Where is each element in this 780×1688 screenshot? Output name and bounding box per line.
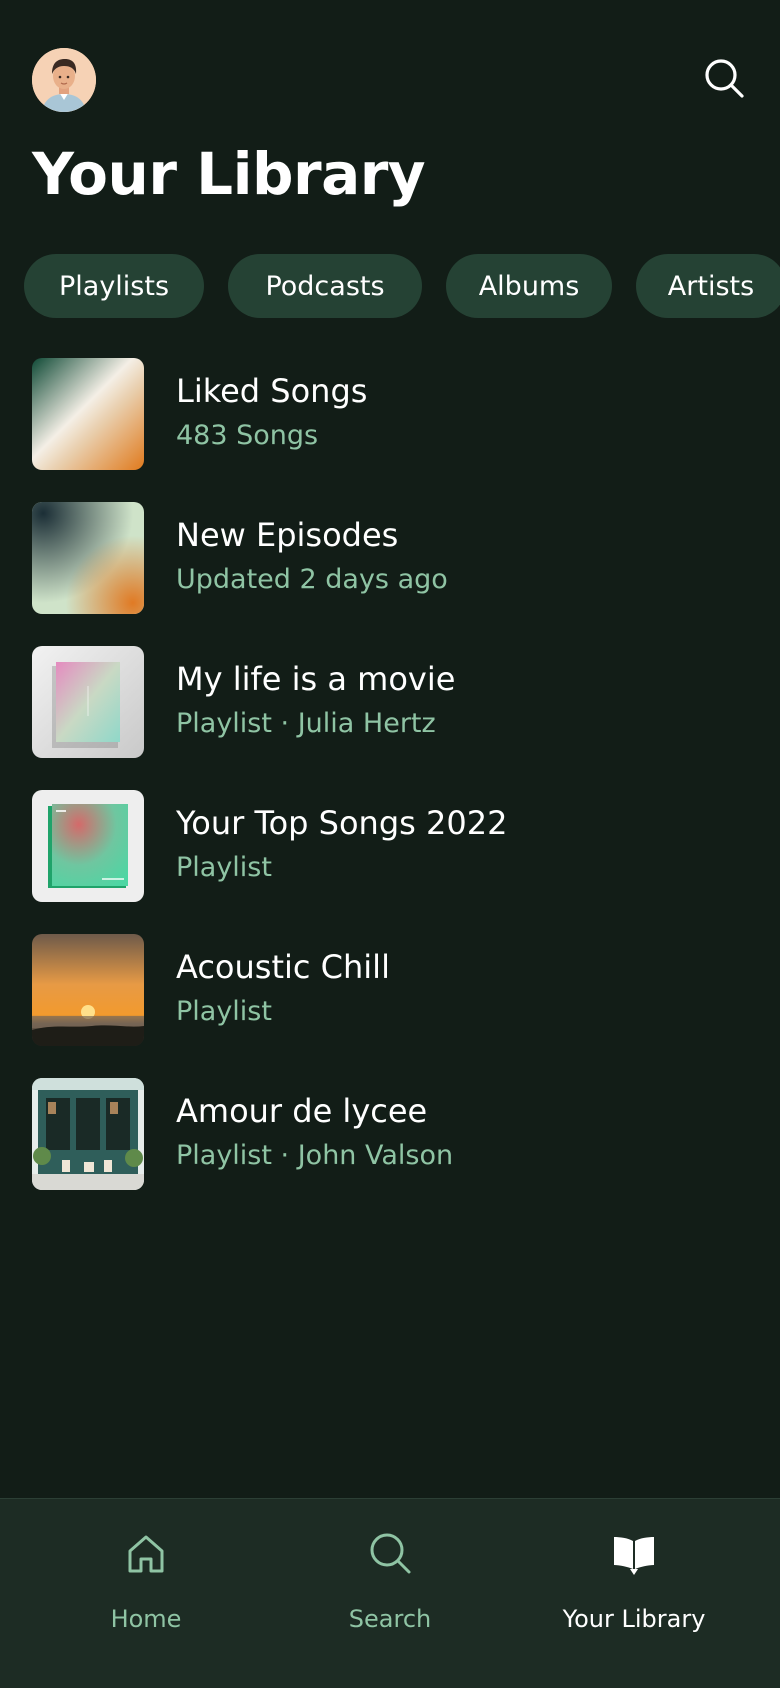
cover-image: [32, 358, 144, 470]
chip-artists[interactable]: Artists: [636, 254, 780, 318]
item-title: Amour de lycee: [176, 1092, 428, 1130]
cover-image: [32, 790, 144, 902]
list-item-your-top-songs-2022[interactable]: Your Top Songs 2022 Playlist: [32, 790, 752, 902]
item-subtitle: Playlist: [176, 852, 272, 883]
search-icon: [370, 1533, 411, 1574]
nav-home-label: Home: [110, 1605, 182, 1633]
user-avatar-icon: [32, 48, 96, 112]
list-item-new-episodes[interactable]: New Episodes Updated 2 days ago: [32, 502, 752, 614]
item-title: Your Top Songs 2022: [176, 804, 508, 842]
item-title: My life is a movie: [176, 660, 456, 698]
nav-your-library-label: Your Library: [562, 1605, 706, 1633]
chip-playlists[interactable]: Playlists: [24, 254, 204, 318]
item-subtitle: Updated 2 days ago: [176, 564, 448, 595]
item-subtitle: 483 Songs: [176, 420, 319, 451]
item-subtitle: Playlist: [176, 996, 272, 1027]
nav-search[interactable]: Search: [280, 1529, 500, 1649]
item-subtitle: Playlist · John Valson: [176, 1140, 454, 1171]
list-item-my-life-is-a-movie[interactable]: My life is a movie Playlist · Julia Hert…: [32, 646, 752, 758]
nav-search-label: Search: [348, 1605, 432, 1633]
list-item-amour-de-lycee[interactable]: Amour de lycee Playlist · John Valson: [32, 1078, 752, 1190]
item-title: Liked Songs: [176, 372, 368, 410]
search-icon: [705, 59, 744, 98]
list-item-acoustic-chill[interactable]: Acoustic Chill Playlist: [32, 934, 752, 1046]
nav-home[interactable]: Home: [36, 1529, 256, 1649]
cover-image: [32, 646, 144, 758]
chip-podcasts[interactable]: Podcasts: [228, 254, 422, 318]
page-title: Your Library: [32, 140, 426, 208]
home-icon: [128, 1535, 164, 1573]
item-subtitle: Playlist · Julia Hertz: [176, 708, 436, 739]
chip-albums[interactable]: Albums: [446, 254, 612, 318]
item-title: New Episodes: [176, 516, 399, 554]
nav-your-library[interactable]: Your Library: [524, 1529, 744, 1649]
item-title: Acoustic Chill: [176, 948, 390, 986]
library-icon: [614, 1537, 654, 1575]
cover-image: [32, 1078, 144, 1190]
library-screen: Your Library Playlists Podcasts Albums A…: [0, 0, 780, 1688]
search-button[interactable]: [700, 54, 748, 102]
list-item-liked-songs[interactable]: Liked Songs 483 Songs: [32, 358, 752, 470]
cover-image: [32, 934, 144, 1046]
cover-image: [32, 502, 144, 614]
bottom-nav: Home Search Your Library: [0, 1498, 780, 1688]
avatar[interactable]: [32, 48, 96, 112]
